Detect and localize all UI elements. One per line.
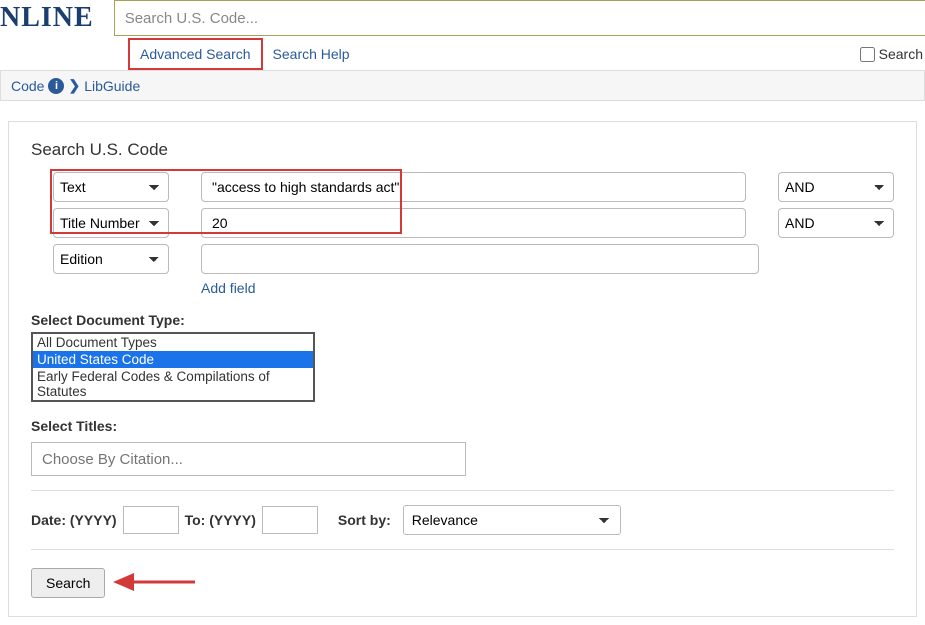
panel-title: Search U.S. Code	[31, 140, 894, 160]
arrow-annotation-icon	[125, 574, 195, 593]
field-select-1[interactable]: Text	[53, 172, 169, 202]
chevron-right-icon: ❯	[68, 77, 80, 94]
date-from-label: Date: (YYYY)	[31, 512, 117, 528]
search-row-2: Title Number AND	[31, 208, 894, 238]
divider	[31, 549, 894, 550]
field-input-2[interactable]	[201, 208, 746, 238]
titles-input[interactable]	[31, 442, 466, 476]
divider	[31, 490, 894, 491]
search-button[interactable]: Search	[31, 568, 105, 598]
titles-label: Select Titles:	[31, 418, 894, 434]
field-input-1[interactable]	[201, 172, 746, 202]
info-icon[interactable]: i	[48, 78, 64, 94]
tab-advanced-search[interactable]: Advanced Search	[128, 38, 263, 70]
tab-search-help[interactable]: Search Help	[263, 40, 360, 68]
search-checkbox[interactable]	[860, 47, 875, 62]
breadcrumb: Code i ❯ LibGuide	[0, 70, 925, 101]
field-select-2[interactable]: Title Number	[53, 208, 169, 238]
add-field-link[interactable]: Add field	[201, 280, 894, 296]
date-to-input[interactable]	[262, 506, 318, 534]
field-select-3[interactable]: Edition	[53, 244, 169, 274]
search-checkbox-label: Search	[879, 46, 923, 62]
bool-select-1[interactable]: AND	[778, 172, 894, 202]
sort-select[interactable]: Relevance	[403, 505, 621, 535]
breadcrumb-code[interactable]: Code	[11, 78, 44, 94]
logo-fragment: NLINE	[0, 2, 114, 34]
doctype-option[interactable]: Early Federal Codes & Compilations of St…	[33, 368, 313, 400]
date-to-label: To: (YYYY)	[185, 512, 256, 528]
doctype-option[interactable]: All Document Types	[33, 334, 313, 351]
doctype-option[interactable]: United States Code	[33, 351, 313, 368]
search-panel: Search U.S. Code Text AND Title Number A…	[8, 121, 917, 617]
search-row-1: Text AND	[31, 172, 894, 202]
main-search-input[interactable]	[114, 0, 925, 36]
search-row-3: Edition	[31, 244, 894, 274]
breadcrumb-libguide[interactable]: LibGuide	[84, 78, 140, 94]
bool-select-2[interactable]: AND	[778, 208, 894, 238]
doctype-listbox[interactable]: All Document Types United States Code Ea…	[31, 332, 315, 402]
field-input-3[interactable]	[201, 244, 759, 274]
date-from-input[interactable]	[123, 506, 179, 534]
doctype-option[interactable]: Other Related Works	[33, 400, 313, 402]
doctype-label: Select Document Type:	[31, 312, 894, 328]
sort-label: Sort by:	[338, 512, 391, 528]
